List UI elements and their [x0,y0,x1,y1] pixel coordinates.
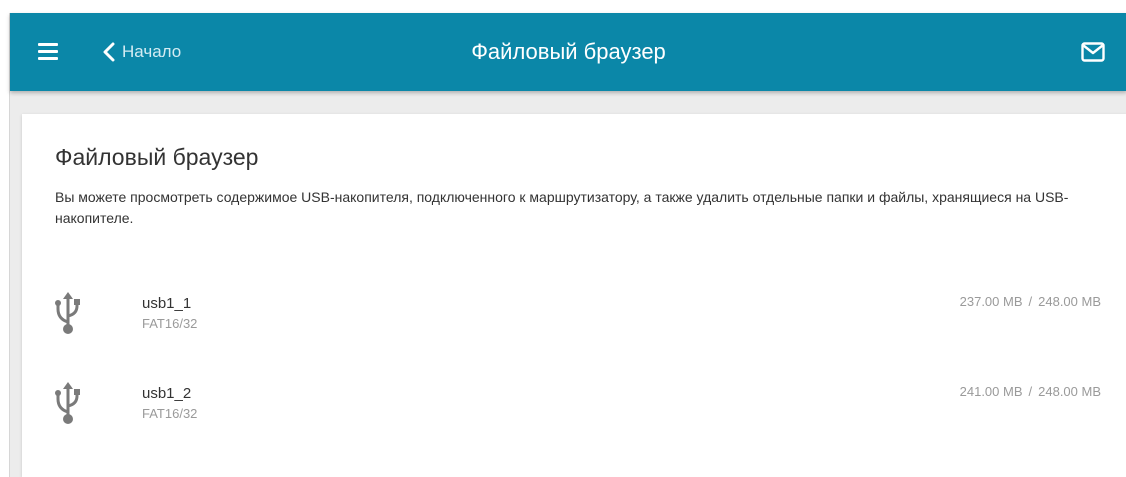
section-heading: Файловый браузер [55,144,259,170]
device-total: 248.00 MB [1038,294,1101,309]
content-card: Файловый браузер Вы можете просмотреть с… [22,114,1126,477]
usb-icon [55,292,80,334]
device-filesystem: FAT16/32 [142,406,198,421]
chevron-left-icon [103,42,115,62]
mail-icon[interactable] [1081,42,1105,62]
section-description: Вы можете просмотреть содержимое USB-нак… [55,189,1069,226]
device-used: 241.00 MB [959,384,1023,399]
top-bar: Начало Файловый браузер [10,13,1126,91]
usage-separator: / [1028,384,1033,399]
usb-device-row[interactable]: usb1_2 FAT16/32 241.00 MB / 248.00 MB [55,382,1105,438]
usb-device-row[interactable]: usb1_1 FAT16/32 237.00 MB / 248.00 MB [55,292,1105,348]
back-link-label: Начало [122,42,182,61]
usb-icon [55,382,80,424]
app-frame: Начало Файловый браузер Файловый браузер… [9,13,1126,477]
device-filesystem: FAT16/32 [142,316,198,331]
device-name: usb1_1 [142,295,192,312]
usage-separator: / [1028,294,1033,309]
device-usage: 241.00 MB / 248.00 MB [960,383,1101,401]
device-total: 248.00 MB [1038,384,1101,399]
back-link[interactable]: Начало [102,39,181,65]
device-usage: 237.00 MB / 248.00 MB [960,293,1101,311]
device-used: 237.00 MB [959,294,1023,309]
device-name: usb1_2 [142,385,192,402]
hamburger-menu-icon[interactable] [38,43,58,61]
